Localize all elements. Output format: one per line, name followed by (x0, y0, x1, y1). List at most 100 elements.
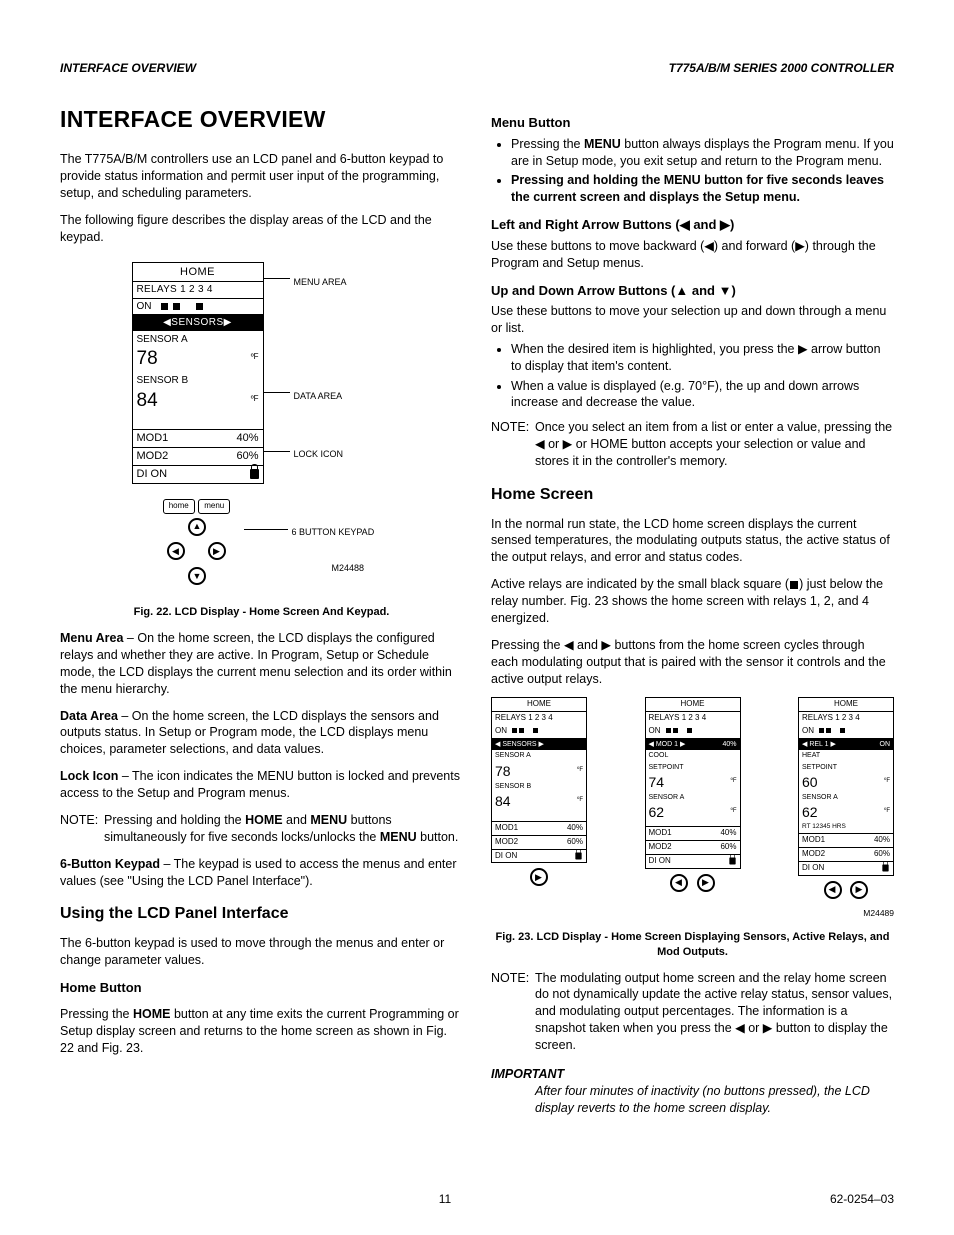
mini-home: HOME (799, 698, 893, 712)
deg-unit: ºF (884, 777, 890, 785)
lock-icon-label: Lock Icon (60, 769, 118, 783)
m2l: MOD2 (649, 842, 672, 853)
mini-mod2: MOD260% (646, 840, 740, 854)
callout-data-area: DATA AREA (294, 390, 343, 402)
right-arrow-button[interactable]: ▶ (208, 542, 226, 560)
mini-a-v2-val: 84 (495, 793, 511, 809)
right-arrow-button[interactable]: ▶ (697, 874, 715, 892)
mini-c-v1-val: 60 (802, 774, 818, 790)
right-arrow-button[interactable]: ▶ (850, 881, 868, 899)
note-snapshot: NOTE: The modulating output home screen … (491, 970, 894, 1054)
title-interface-overview: INTERFACE OVERVIEW (60, 104, 463, 135)
mini-c-rt: RT 12345 HRS (799, 822, 893, 833)
mini-b-nav: ◀ ▶ (645, 873, 741, 898)
data-area-para: Data Area – On the home screen, the LCD … (60, 708, 463, 759)
home-p1: In the normal run state, the LCD home sc… (491, 516, 894, 567)
h2-using-interface: Using the LCD Panel Interface (60, 903, 463, 925)
left-arrow-button[interactable]: ◀ (167, 542, 185, 560)
mini-on-row: ON (492, 725, 586, 739)
relay-indicator-icon (666, 728, 671, 733)
dpad: ▲ ◀ ▶ ▼ (132, 517, 262, 592)
mini-a-v1: 78ºF (492, 762, 586, 781)
deg-unit: ºF (577, 766, 583, 774)
mini-c-hdr-l: ◀ REL 1 ▶ (802, 740, 836, 749)
deg-unit: ºF (884, 807, 890, 815)
mini-b-setp: SETPOINT (646, 762, 740, 773)
up-arrow-button[interactable]: ▲ (188, 518, 206, 536)
mini-home: HOME (646, 698, 740, 712)
mini-lcd-b: HOME RELAYS 1 2 3 4 ON ◀ MOD 1 ▶40% COOL… (645, 697, 741, 904)
mini-mod2: MOD260% (799, 847, 893, 861)
relay-indicator-icon (519, 728, 524, 733)
header-right: T775A/B/M SERIES 2000 CONTROLLER (669, 60, 894, 76)
mini-relays: RELAYS 1 2 3 4 (646, 712, 740, 725)
mod2-value: 60% (236, 449, 258, 464)
left-arrow-button[interactable]: ◀ (670, 874, 688, 892)
lcd-di-row: DI ON (133, 465, 263, 483)
home-button-p: Pressing the HOME button at any time exi… (60, 1006, 463, 1057)
important-label: IMPORTANT (491, 1066, 894, 1083)
keypad: home menu ▲ ◀ ▶ ▼ (132, 492, 262, 595)
deg-unit: ºF (251, 394, 259, 405)
lock-icon (575, 852, 581, 859)
fig22-lcd-keypad: HOME RELAYS 1 2 3 4 ON ◀SENSORS▶ SENSOR … (132, 262, 392, 596)
relay-off-icon (184, 302, 191, 309)
callout-lock-icon: LOCK ICON (294, 448, 344, 460)
note-body: Pressing and holding the HOME and MENU b… (104, 812, 463, 846)
home-p3: Pressing the ◀ and ▶ buttons from the ho… (491, 637, 894, 688)
m2l: MOD2 (495, 837, 518, 848)
lock-icon-text: – The icon indicates the MENU button is … (60, 769, 460, 800)
relay-indicator-icon (533, 728, 538, 733)
note-label: NOTE: (491, 419, 535, 470)
footer: 11 62-0254–03 (60, 1191, 894, 1207)
m1l: MOD1 (649, 828, 672, 839)
menu-button[interactable]: menu (198, 499, 230, 514)
down-arrow-button[interactable]: ▼ (188, 567, 206, 585)
menu-li2-bold: Pressing and holding the MENU button for… (511, 173, 884, 204)
mini-b-sensa: SENSOR A (646, 792, 740, 803)
right-arrow-button[interactable]: ▶ (530, 868, 548, 886)
mini-c-heat: HEAT (799, 750, 893, 761)
deg-unit: ºF (577, 796, 583, 804)
callout-line (264, 278, 290, 279)
lcd-mod1-row: MOD140% (133, 429, 263, 447)
note-body: Once you select an item from a list or e… (535, 419, 894, 470)
note-label: NOTE: (491, 970, 535, 1054)
fig23-three-lcds: HOME RELAYS 1 2 3 4 ON ◀ SENSORS ▶ SENSO… (491, 697, 894, 904)
right-column: Menu Button Pressing the MENU button alw… (491, 104, 894, 1116)
mini-a-v2: 84 ºF (492, 792, 586, 811)
page-number: 11 (439, 1191, 451, 1207)
h3-lr-arrows: Left and Right Arrow Buttons (◀ and ▶) (491, 216, 894, 234)
dil: DI ON (649, 856, 671, 867)
lcd-on-row: ON (133, 299, 263, 316)
header-left: INTERFACE OVERVIEW (60, 60, 196, 76)
ud-li1: When the desired item is highlighted, yo… (511, 341, 894, 375)
data-area-label: Data Area (60, 709, 118, 723)
m1l: MOD1 (495, 823, 518, 834)
left-column: INTERFACE OVERVIEW The T775A/B/M control… (60, 104, 463, 1116)
deg-unit: ºF (731, 777, 737, 785)
intro-p1: The T775A/B/M controllers use an LCD pan… (60, 151, 463, 202)
mini-on: ON (495, 726, 507, 735)
menu-area-para: Menu Area – On the home screen, the LCD … (60, 630, 463, 698)
h2-home-screen: Home Screen (491, 484, 894, 506)
lock-icon (250, 469, 259, 479)
val-a: 78 (137, 348, 158, 369)
relay-indicator-icon (826, 728, 831, 733)
deg-unit: ºF (731, 807, 737, 815)
relay-indicator-icon (687, 728, 692, 733)
note-lock: NOTE: Pressing and holding the HOME and … (60, 812, 463, 846)
mini-c-hdr: ◀ REL 1 ▶ON (799, 739, 893, 750)
callout-line (264, 451, 290, 452)
lr-p: Use these buttons to move backward (◀) a… (491, 238, 894, 272)
two-columns: INTERFACE OVERVIEW The T775A/B/M control… (60, 104, 894, 1116)
mini-mod2: MOD260% (492, 835, 586, 849)
left-arrow-button[interactable]: ◀ (824, 881, 842, 899)
home-button[interactable]: home (163, 499, 195, 514)
document-page: INTERFACE OVERVIEW T775A/B/M SERIES 2000… (0, 0, 954, 1235)
mini-c-setp: SETPOINT (799, 762, 893, 773)
mini-b-hdr-l: ◀ MOD 1 ▶ (649, 740, 686, 749)
mini-a-nav: ▶ (491, 867, 587, 892)
lcd-sensor-a-label: SENSOR A (133, 331, 263, 347)
mini-lcd-c: HOME RELAYS 1 2 3 4 ON ◀ REL 1 ▶ON HEAT … (798, 697, 894, 904)
